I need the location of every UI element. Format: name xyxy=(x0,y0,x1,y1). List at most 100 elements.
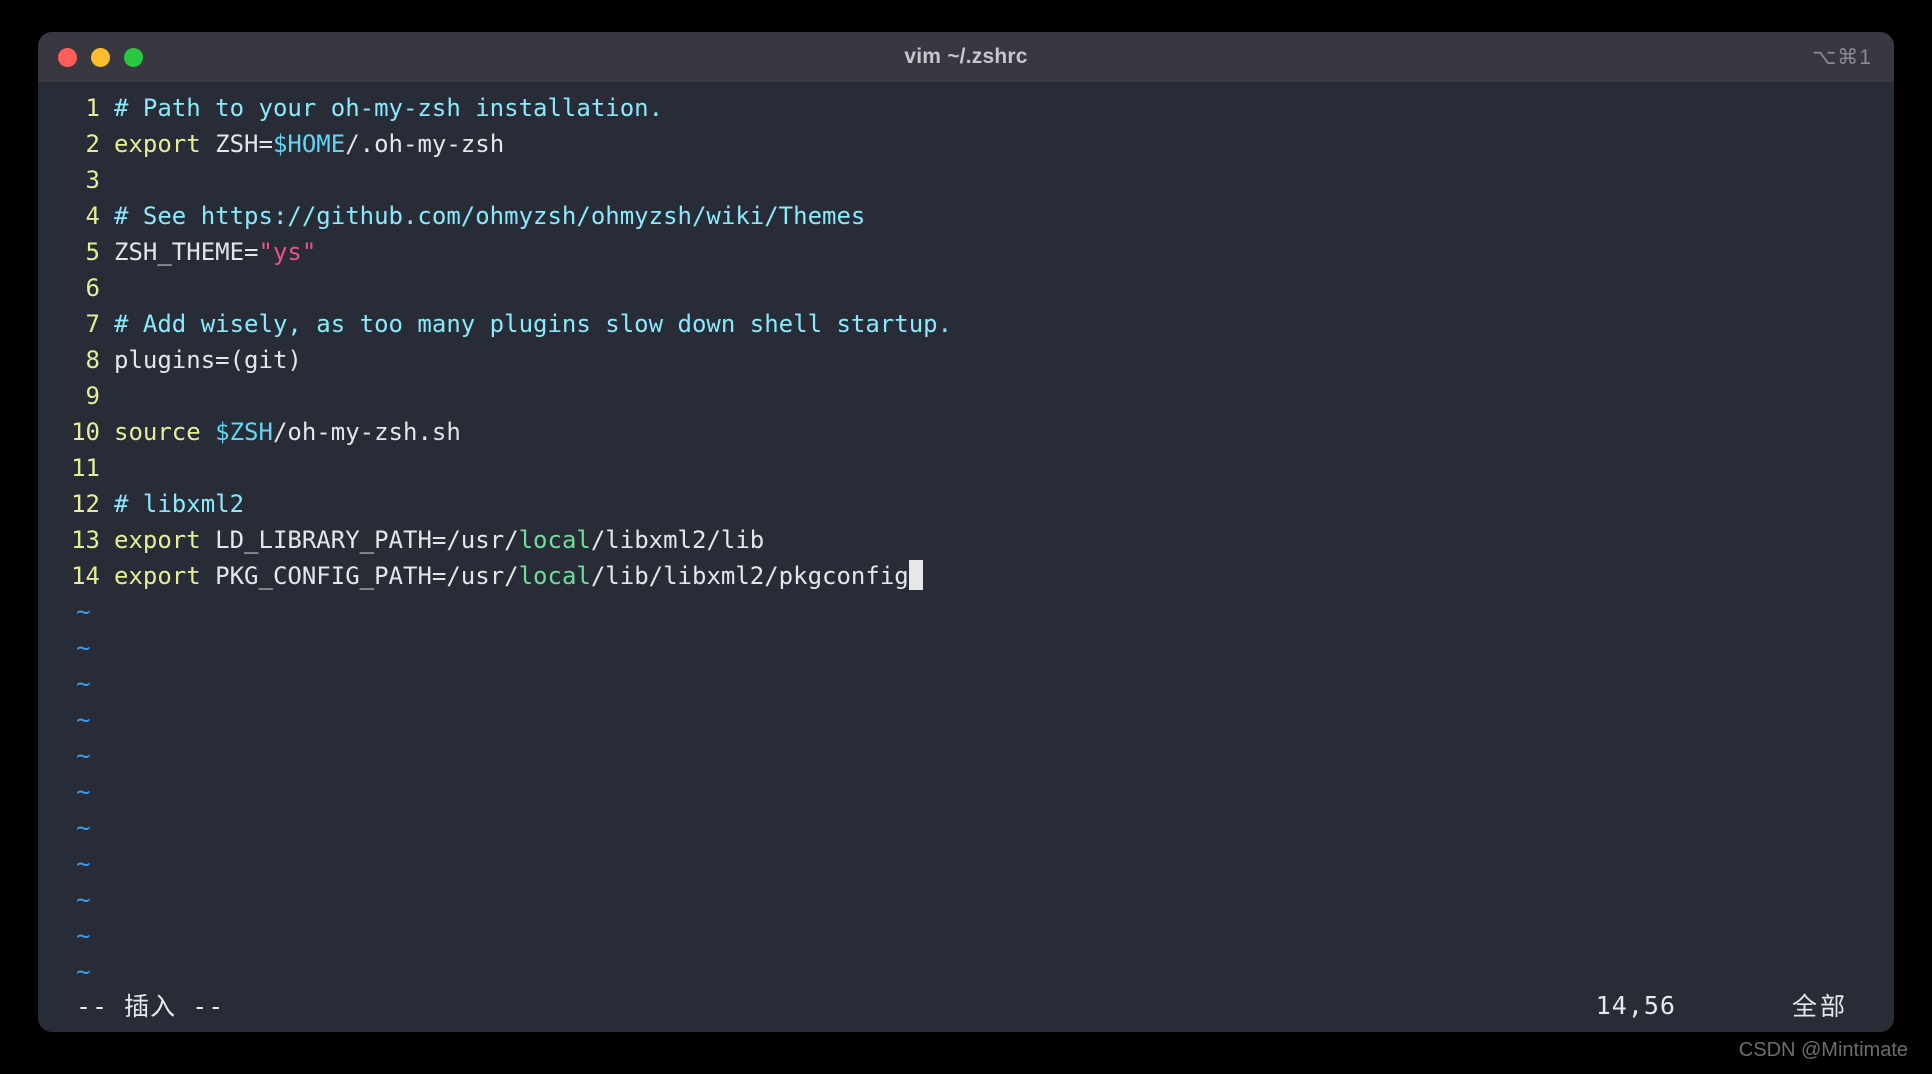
status-mode-indicator: -- 插入 -- xyxy=(76,992,225,1021)
code-token: $ZSH xyxy=(215,418,273,446)
line-number: 7 xyxy=(85,310,100,338)
empty-line: ~ xyxy=(38,954,1894,974)
code-line[interactable]: 3 xyxy=(38,162,1894,198)
code-token: /oh-my-zsh.sh xyxy=(272,418,461,446)
line-content[interactable]: # Path to your oh-my-zsh installation. xyxy=(114,90,663,126)
terminal-window: vim ~/.zshrc ⌥⌘1 1 # Path to your oh-my-z… xyxy=(38,32,1894,1032)
code-token: source xyxy=(114,418,216,446)
line-content[interactable]: # libxml2 xyxy=(114,486,244,522)
code-line[interactable]: 6 xyxy=(38,270,1894,306)
code-line[interactable]: 9 xyxy=(38,378,1894,414)
code-token: export xyxy=(114,562,216,590)
empty-line: ~ xyxy=(38,594,1894,630)
tilde-marker: ~ xyxy=(76,958,91,974)
code-token: LD_LIBRARY_PATH=/usr/ xyxy=(215,526,519,554)
line-number: 1 xyxy=(85,94,100,122)
line-number: 11 xyxy=(71,454,100,482)
code-token: /libxml2/lib xyxy=(590,526,765,554)
line-number: 3 xyxy=(85,166,100,194)
code-line[interactable]: 2 export ZSH=$HOME/.oh-my-zsh xyxy=(38,126,1894,162)
line-content[interactable]: export ZSH=$HOME/.oh-my-zsh xyxy=(114,126,504,162)
code-line[interactable]: 8 plugins=(git) xyxy=(38,342,1894,378)
line-number: 8 xyxy=(85,346,100,374)
line-number: 4 xyxy=(85,202,100,230)
line-content[interactable]: # See https://github.com/ohmyzsh/ohmyzsh… xyxy=(114,198,865,234)
empty-line: ~ xyxy=(38,738,1894,774)
code-token: local xyxy=(518,562,591,590)
line-content[interactable]: # Add wisely, as too many plugins slow d… xyxy=(114,306,952,342)
code-line[interactable]: 5 ZSH_THEME="ys" xyxy=(38,234,1894,270)
code-token: /.oh-my-zsh xyxy=(345,130,505,158)
tilde-marker: ~ xyxy=(76,886,91,914)
code-token: # See https://github.com/ohmyzsh/ohmyzsh… xyxy=(114,202,866,230)
line-number: 5 xyxy=(85,238,100,266)
window-title: vim ~/.zshrc xyxy=(904,45,1028,68)
code-line[interactable]: 11 xyxy=(38,450,1894,486)
code-token: ZSH_THEME= xyxy=(114,238,259,266)
tilde-marker: ~ xyxy=(76,814,91,842)
code-token: export xyxy=(114,130,216,158)
code-token: export xyxy=(114,526,216,554)
empty-line: ~ xyxy=(38,846,1894,882)
vim-editor[interactable]: 1 # Path to your oh-my-zsh installation. 2… xyxy=(38,82,1894,1032)
empty-line: ~ xyxy=(38,630,1894,666)
code-token: # libxml2 xyxy=(114,490,245,518)
window-titlebar: vim ~/.zshrc ⌥⌘1 xyxy=(38,32,1894,82)
line-number: 2 xyxy=(85,130,100,158)
empty-line: ~ xyxy=(38,702,1894,738)
close-window-icon[interactable] xyxy=(58,47,77,67)
code-token: "ys" xyxy=(258,238,317,266)
code-token: local xyxy=(518,526,591,554)
code-line[interactable]: 4 # See https://github.com/ohmyzsh/ohmyzs… xyxy=(38,198,1894,234)
tilde-marker: ~ xyxy=(76,598,91,626)
tilde-marker: ~ xyxy=(76,634,91,662)
line-number: 14 xyxy=(71,562,100,590)
empty-line: ~ xyxy=(38,774,1894,810)
code-token: ZSH= xyxy=(215,130,273,158)
line-number: 10 xyxy=(71,418,100,446)
code-line[interactable]: 13 export LD_LIBRARY_PATH=/usr/local/libx… xyxy=(38,522,1894,558)
maximize-window-icon[interactable] xyxy=(124,47,143,67)
tilde-marker: ~ xyxy=(76,706,91,734)
line-content[interactable]: export PKG_CONFIG_PATH=/usr/local/lib/li… xyxy=(114,558,923,594)
line-number: 13 xyxy=(71,526,100,554)
vim-status-line: -- 插入 -- 14,56 全部 xyxy=(38,984,1894,1026)
status-cursor-position: 14,56 xyxy=(1595,990,1676,1020)
code-token: # Path to your oh-my-zsh installation. xyxy=(114,94,664,122)
code-line-list: 1 # Path to your oh-my-zsh installation. 2… xyxy=(38,90,1894,594)
code-token: # Add wisely, as too many plugins slow d… xyxy=(114,310,953,338)
status-scroll-indicator: 全部 xyxy=(1791,992,1848,1021)
screen-root: vim ~/.zshrc ⌥⌘1 1 # Path to your oh-my-z… xyxy=(0,0,1932,1074)
code-area[interactable]: 1 # Path to your oh-my-zsh installation. 2… xyxy=(38,90,1894,974)
tilde-marker: ~ xyxy=(76,742,91,770)
line-number: 9 xyxy=(85,382,100,410)
code-token: plugins=(git) xyxy=(114,346,302,374)
tilde-marker: ~ xyxy=(76,670,91,698)
traffic-light-group xyxy=(58,32,143,82)
line-content[interactable]: ZSH_THEME="ys" xyxy=(114,234,316,270)
empty-line: ~ xyxy=(38,810,1894,846)
tilde-marker: ~ xyxy=(76,850,91,878)
line-content[interactable]: export LD_LIBRARY_PATH=/usr/local/libxml… xyxy=(114,522,764,558)
keyboard-shortcut-hint: ⌥⌘1 xyxy=(1812,45,1872,69)
line-content[interactable]: plugins=(git) xyxy=(114,342,302,378)
code-token: $HOME xyxy=(272,130,346,158)
code-line[interactable]: 10 source $ZSH/oh-my-zsh.sh xyxy=(38,414,1894,450)
code-token: PKG_CONFIG_PATH=/usr/ xyxy=(215,562,519,590)
text-cursor xyxy=(908,560,923,590)
line-number: 12 xyxy=(71,490,100,518)
watermark: CSDN @Mintimate xyxy=(1738,1039,1908,1061)
code-line[interactable]: 1 # Path to your oh-my-zsh installation. xyxy=(38,90,1894,126)
tilde-marker: ~ xyxy=(76,922,91,950)
line-content[interactable]: source $ZSH/oh-my-zsh.sh xyxy=(114,414,461,450)
code-token: /lib/libxml2/pkgconfig xyxy=(590,562,909,590)
tilde-marker: ~ xyxy=(76,778,91,806)
code-line[interactable]: 7 # Add wisely, as too many plugins slow … xyxy=(38,306,1894,342)
empty-line: ~ xyxy=(38,666,1894,702)
code-line[interactable]: 12 # libxml2 xyxy=(38,486,1894,522)
line-number: 6 xyxy=(85,274,100,302)
empty-line-list: ~ ~ ~ ~ ~ ~ ~ ~ ~ ~ ~ xyxy=(38,594,1894,974)
minimize-window-icon[interactable] xyxy=(91,47,110,67)
empty-line: ~ xyxy=(38,882,1894,918)
code-line[interactable]: 14 export PKG_CONFIG_PATH=/usr/local/lib/… xyxy=(38,558,1894,594)
